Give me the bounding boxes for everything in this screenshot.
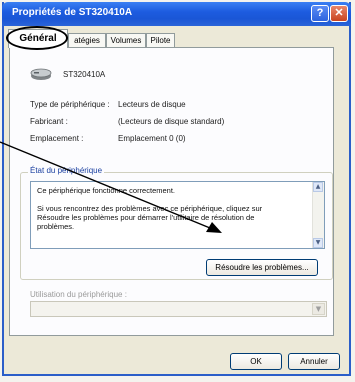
annotation-arrow-line — [0, 141, 211, 229]
annotation-arrow — [0, 141, 222, 233]
